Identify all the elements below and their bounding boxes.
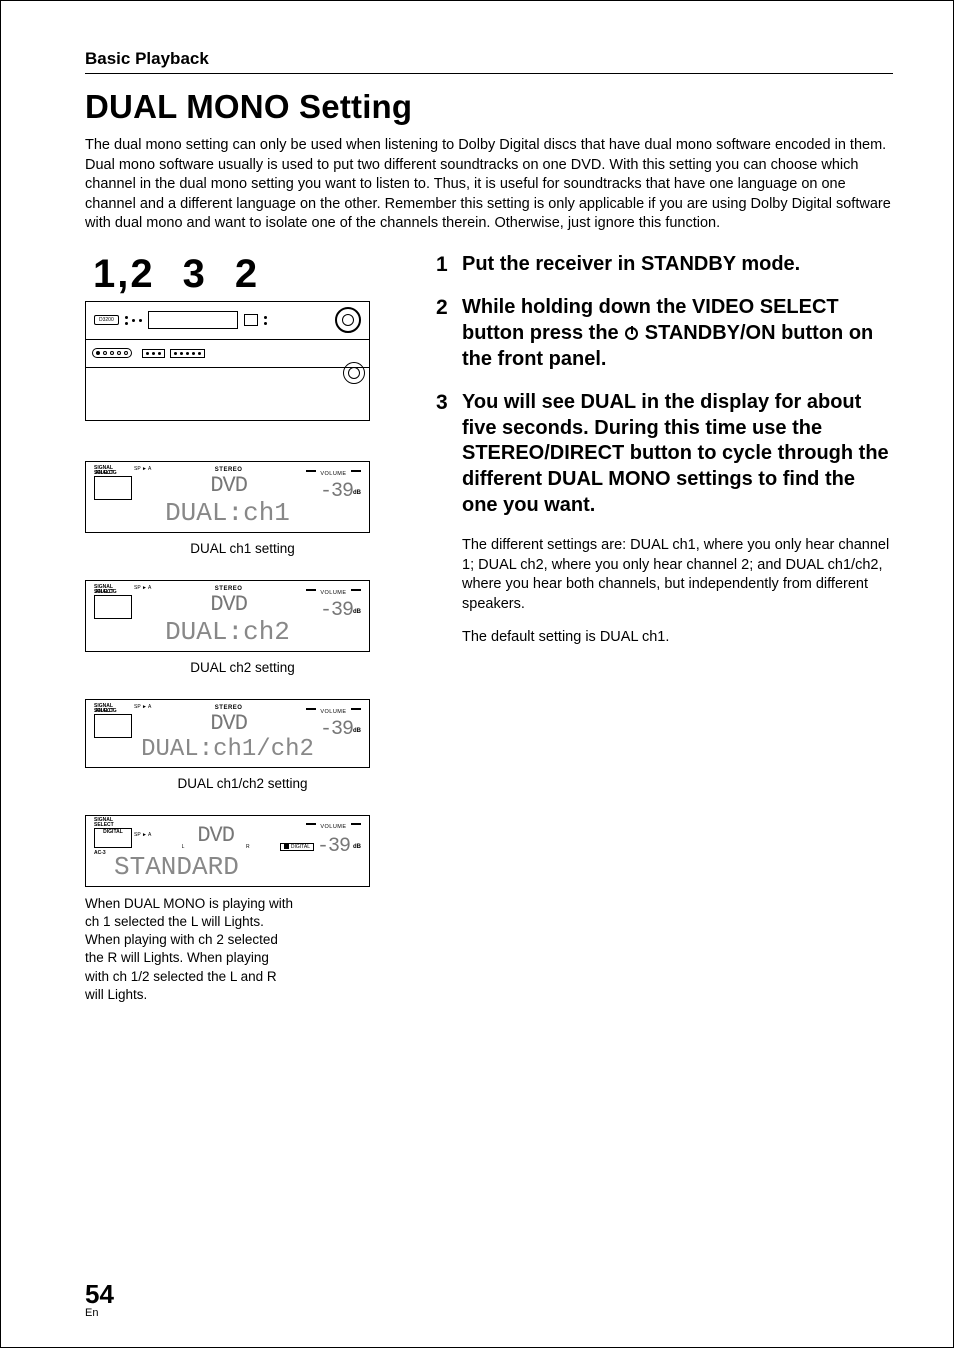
- analog-label: ANALOG: [95, 708, 117, 714]
- source-dvd: DVD: [151, 823, 280, 848]
- callout-2: 2: [235, 252, 259, 297]
- volume-knob-icon: [335, 307, 361, 333]
- sp-a-label: SP ► A: [134, 704, 151, 710]
- volume-label: VOLUME: [320, 824, 346, 830]
- lcd-panel-ch1ch2: SIGNAL SELECT ANALOG SP ► A STEREO DVD: [85, 699, 370, 768]
- left-channel-indicator: L: [182, 844, 185, 850]
- volume-value: -39: [320, 480, 353, 503]
- ac3-label: AC-3: [94, 850, 106, 856]
- step-number: 2: [436, 295, 462, 372]
- power-icon: [625, 327, 638, 340]
- intro-paragraph: The dual mono setting can only be used w…: [85, 136, 893, 234]
- lcd-panel-ch2: SIGNAL SELECT ANALOG SP ► A STEREO DVD: [85, 580, 370, 652]
- source-dvd: DVD: [210, 592, 247, 617]
- right-channel-indicator: R: [246, 844, 250, 850]
- caption-standard: When DUAL MONO is playing with ch 1 sele…: [85, 895, 295, 1004]
- sp-a-label: SP ► A: [134, 466, 151, 472]
- source-dvd: DVD: [210, 473, 247, 498]
- receiver-brand: D3200: [94, 315, 119, 325]
- volume-value: -39: [320, 599, 353, 622]
- section-label: Basic Playback: [85, 49, 893, 69]
- step-3: 3 You will see DUAL in the display for a…: [436, 390, 893, 518]
- step-number: 1: [436, 252, 462, 278]
- page-title: DUAL MONO Setting: [85, 88, 893, 126]
- lcd-panel-ch1: SIGNAL SELECT ANALOG SP ► A STEREO DVD: [85, 461, 370, 533]
- caption-ch1ch2: DUAL ch1/ch2 setting: [85, 776, 400, 791]
- db-label: dB: [353, 728, 361, 734]
- caption-ch1: DUAL ch1 setting: [85, 541, 400, 556]
- step-3-body-2: The default setting is DUAL ch1.: [462, 628, 893, 648]
- callout-numbers: 1,2 3 2: [93, 252, 400, 297]
- step-number: 3: [436, 390, 462, 518]
- callout-1-2: 1,2: [93, 252, 155, 297]
- step-2: 2 While holding down the VIDEO SELECT bu…: [436, 295, 893, 372]
- step-3-heading: You will see DUAL in the display for abo…: [462, 390, 893, 518]
- dolby-digital-badge: DIGITAL: [280, 843, 314, 851]
- left-column: 1,2 3 2 D3200: [85, 252, 400, 1004]
- step-3-body-1: The different settings are: DUAL ch1, wh…: [462, 536, 893, 614]
- volume-value: -39: [317, 835, 350, 858]
- signal-select-label: SIGNAL SELECT: [94, 818, 114, 828]
- volume-label: VOLUME: [320, 590, 346, 596]
- volume-label: VOLUME: [320, 471, 346, 477]
- db-label: dB: [353, 609, 361, 615]
- digital-label: DIGITAL: [95, 830, 131, 835]
- db-label: dB: [353, 844, 361, 850]
- step-1: 1 Put the receiver in STANDBY mode.: [436, 252, 893, 278]
- analog-label: ANALOG: [95, 589, 117, 595]
- lcd-panel-standard: SIGNAL SELECT DIGITAL AC-3 SP ► A DVD L R…: [85, 815, 370, 887]
- sp-a-label: SP ► A: [134, 832, 151, 838]
- db-label: dB: [353, 490, 361, 496]
- step-2-heading: While holding down the VIDEO SELECT butt…: [462, 295, 893, 372]
- analog-label: ANALOG: [95, 470, 117, 476]
- headphone-jack-icon: [343, 362, 365, 384]
- two-column-layout: 1,2 3 2 D3200: [85, 252, 893, 1004]
- caption-ch2: DUAL ch2 setting: [85, 660, 400, 675]
- receiver-illustration: D3200: [85, 301, 370, 421]
- page-number: 54: [85, 1281, 114, 1307]
- volume-value: -39: [320, 718, 353, 741]
- right-column: 1 Put the receiver in STANDBY mode. 2 Wh…: [436, 252, 893, 1004]
- source-dvd: DVD: [210, 711, 247, 736]
- page: Basic Playback DUAL MONO Setting The dua…: [0, 0, 954, 1348]
- callout-3: 3: [183, 252, 207, 297]
- page-footer: 54 En: [85, 1281, 114, 1319]
- sp-a-label: SP ► A: [134, 585, 151, 591]
- step-1-heading: Put the receiver in STANDBY mode.: [462, 252, 800, 278]
- divider: [85, 73, 893, 74]
- volume-label: VOLUME: [320, 709, 346, 715]
